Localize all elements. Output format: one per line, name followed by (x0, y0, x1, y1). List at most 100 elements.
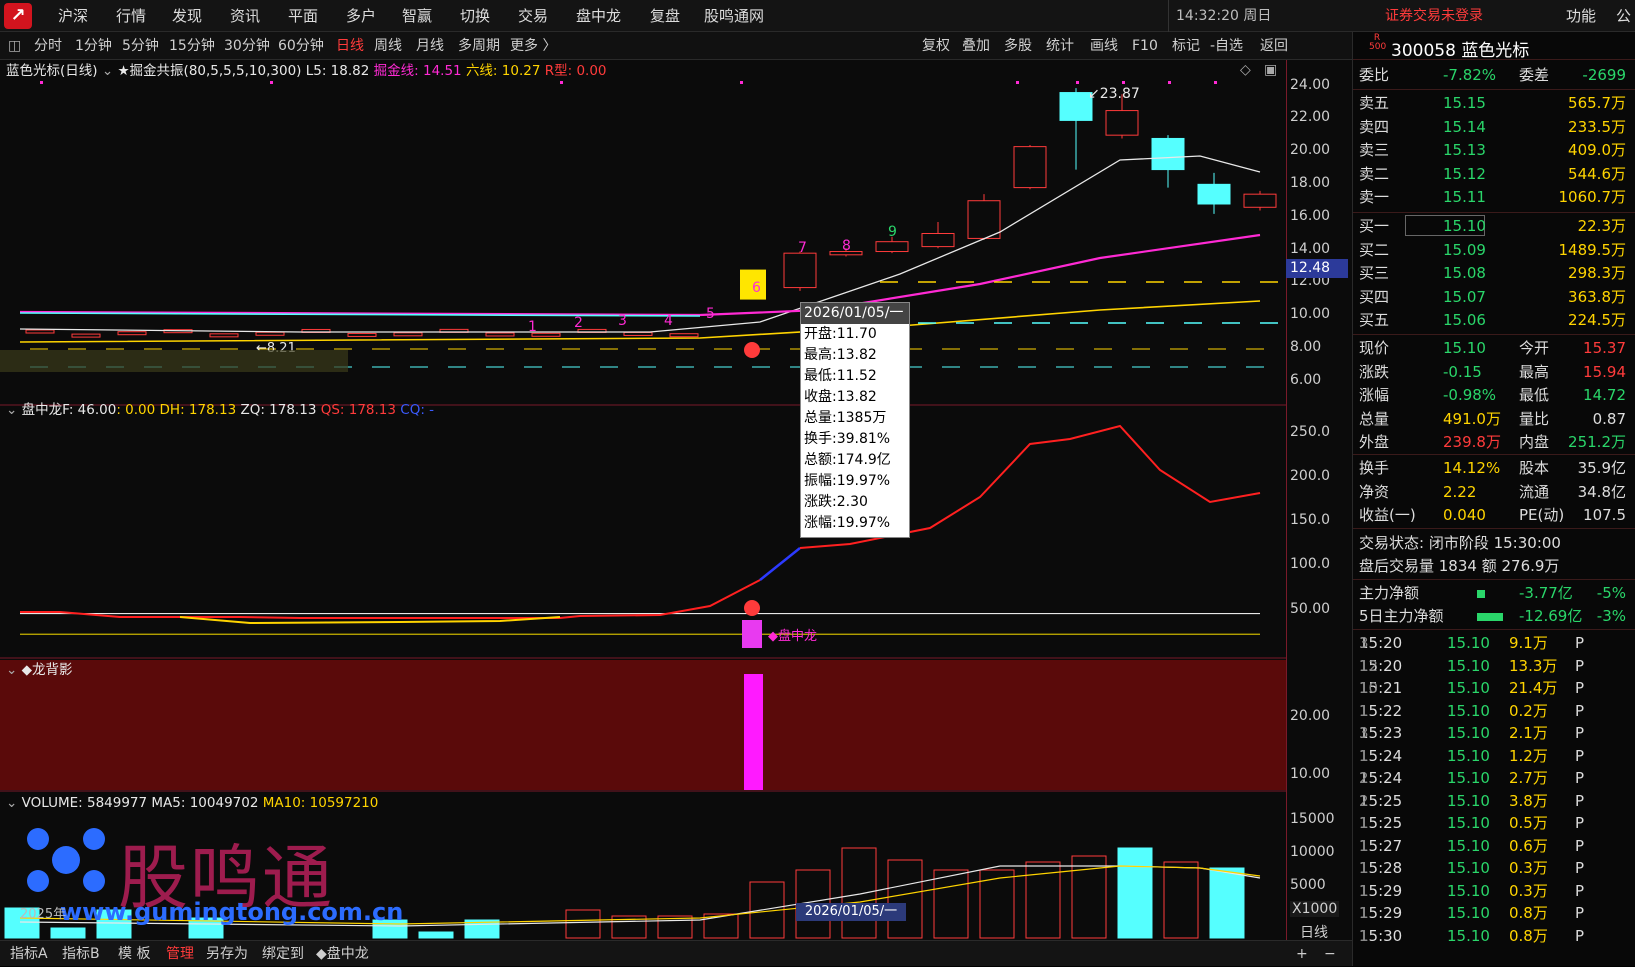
toolbar-btn-2[interactable]: 多股 (1004, 32, 1032, 60)
bottom-tab-1[interactable]: 指标B (62, 941, 100, 967)
indicator1-name[interactable]: 盘中龙F (22, 402, 69, 418)
bottom-tab-0[interactable]: 指标A (10, 941, 48, 967)
top-menu-3[interactable]: 资讯 (230, 0, 260, 32)
volume-value: VOLUME: 5849977 (21, 795, 148, 811)
stat-label: 净资 (1359, 482, 1390, 501)
app-logo-icon[interactable]: ↗ (4, 3, 32, 29)
quote-row-0: 现价 15.10 今开 15.37 (1359, 337, 1630, 360)
stat-value: 14.12% (1443, 459, 1501, 477)
ind1-red-line (20, 579, 761, 619)
top-menu-7[interactable]: 切换 (460, 0, 490, 32)
bottom-tab-bar: 指标A 指标B 模 板管理 另存为 绑定到 ◆盘中龙 + − (0, 940, 1352, 966)
tick-price: 15.10 (1447, 769, 1490, 787)
period-tab-10[interactable]: 更多 〉 (510, 32, 556, 60)
signal-dot (740, 81, 743, 84)
quote-panel: R 500 300058 蓝色光标 委比 -7.82% 委差 -2699 卖五 15.15… (1352, 32, 1635, 966)
toolbar-btn-5[interactable]: F10 (1132, 32, 1158, 60)
period-tab-2[interactable]: 5分钟 (122, 32, 159, 60)
top-menu-5[interactable]: 多户 (346, 0, 376, 32)
quote-label2: 量比 (1519, 409, 1550, 428)
toolbar-btn-1[interactable]: 叠加 (962, 32, 990, 60)
period-tab-3[interactable]: 15分钟 (169, 32, 215, 60)
main-net5-label: 5日主力净额 (1359, 607, 1444, 625)
login-status[interactable]: 证券交易未登录 (1385, 0, 1483, 32)
top-menu-8[interactable]: 交易 (518, 0, 548, 32)
stock-title: 300058 蓝色光标 (1391, 36, 1529, 61)
tick-price: 15.10 (1447, 746, 1490, 765)
bottom-tab-6[interactable]: ◆盘中龙 (316, 941, 369, 967)
period-tab-6[interactable]: 日线 (336, 32, 364, 60)
stock-chart-name: 蓝色光标(日线) (6, 63, 98, 79)
tick-volume: 3.8万 (1509, 791, 1548, 810)
ind1-dragon-label: ◆盘中龙 (768, 628, 817, 644)
tick-row-4: 15:23 15.10 2.1万 P 3 (1359, 722, 1630, 745)
tick-type: P (1575, 769, 1585, 787)
period-tab-4[interactable]: 30分钟 (224, 32, 270, 60)
diamond-icon[interactable]: ◇ (1240, 62, 1251, 78)
bottom-tab-4[interactable]: 另存为 (206, 941, 248, 967)
bottom-tab-2[interactable]: 模 板 (118, 941, 150, 967)
buy-volume: 1489.5万 (1558, 240, 1627, 259)
indicator-toggle-icon[interactable]: ⌄ (102, 63, 113, 79)
period-tab-9[interactable]: 多周期 (458, 32, 500, 60)
volume-toggle-icon[interactable]: ⌄ (6, 795, 17, 811)
candle-number: 2 (574, 315, 583, 331)
top-menu-4[interactable]: 平面 (288, 0, 318, 32)
top-menu-6[interactable]: 智赢 (402, 0, 432, 32)
window-icon[interactable]: ▣ (1264, 62, 1277, 78)
indicator1-v1: : 46.00 (68, 402, 117, 418)
after-trade: 盘后交易量 1834 额 276.9万 (1359, 557, 1560, 575)
price-cursor-tag: 12.48 (1286, 259, 1348, 278)
function-menu-extra[interactable]: 公 (1616, 0, 1631, 32)
candle-tooltip: 2026/01/05/一 开盘:11.70 最高:13.82 最低:11.52 收盘:1… (800, 302, 910, 538)
period-tab-0[interactable]: 分时 (34, 32, 62, 60)
zoom-in-button[interactable]: + (1296, 941, 1308, 967)
sell-level-0: 卖五 15.15 565.7万 (1359, 92, 1630, 115)
tick-row-5: 15:24 15.10 1.2万 P 1 (1359, 745, 1630, 768)
zoom-out-button[interactable]: − (1324, 941, 1336, 967)
function-menu[interactable]: 功能 (1566, 0, 1596, 32)
candle-number: 1 (528, 319, 537, 335)
price-axis-label: 20.00 (1290, 142, 1331, 158)
sell-price: 15.14 (1443, 117, 1486, 136)
candle (623, 331, 653, 336)
bottom-tab-3[interactable]: 管理 (166, 941, 194, 967)
weici-label: 委差 (1519, 66, 1550, 84)
indicator2-background (0, 660, 1286, 790)
period-tab-7[interactable]: 周线 (374, 32, 402, 60)
top-menu-11[interactable]: 股鸣通网 (704, 0, 764, 32)
indicator2-header: ⌄ ◆龙背影 (6, 660, 73, 680)
buy-price: 15.06 (1443, 311, 1486, 330)
buy-price: 15.07 (1443, 287, 1486, 306)
buy-price: 15.10 (1443, 217, 1486, 235)
top-menu-9[interactable]: 盘中龙 (576, 0, 621, 32)
bottom-tab-5[interactable]: 绑定到 (262, 941, 304, 967)
candle (485, 332, 515, 337)
toolbar-btn-8[interactable]: 返回 (1260, 32, 1288, 60)
period-tab-1[interactable]: 1分钟 (75, 32, 112, 60)
indicator1-toggle-icon[interactable]: ⌄ (6, 402, 17, 418)
candle (1105, 110, 1139, 136)
indicator-name[interactable]: ★掘金共振(80,5,5,5,10,300) (117, 63, 301, 79)
period-tab-8[interactable]: 月线 (416, 32, 444, 60)
toolbar-btn-4[interactable]: 画线 (1090, 32, 1118, 60)
toolbar-btn-6[interactable]: 标记 (1172, 32, 1200, 60)
tick-count: 1 (1359, 881, 1369, 900)
top-menu-0[interactable]: 沪深 (58, 0, 88, 32)
top-menu-2[interactable]: 发现 (172, 0, 202, 32)
quote-label: 涨幅 (1359, 386, 1390, 405)
signal-dot (270, 81, 273, 84)
indicator2-name[interactable]: ◆龙背影 (22, 662, 73, 678)
panel-toggle-icon[interactable]: ◫ (8, 32, 21, 60)
toolbar-btn-3[interactable]: 统计 (1046, 32, 1074, 60)
top-menu-10[interactable]: 复盘 (650, 0, 680, 32)
indicator2-toggle-icon[interactable]: ⌄ (6, 662, 17, 678)
toolbar-btn-7[interactable]: -自选 (1210, 32, 1243, 60)
candle-number: 3 (618, 313, 627, 329)
volume-axis-label: 5000 (1290, 877, 1326, 893)
tick-price: 15.10 (1447, 656, 1490, 675)
buy-level-1: 买二 15.09 1489.5万 (1359, 239, 1630, 262)
toolbar-btn-0[interactable]: 复权 (922, 32, 950, 60)
top-menu-1[interactable]: 行情 (116, 0, 146, 32)
period-tab-5[interactable]: 60分钟 (278, 32, 324, 60)
